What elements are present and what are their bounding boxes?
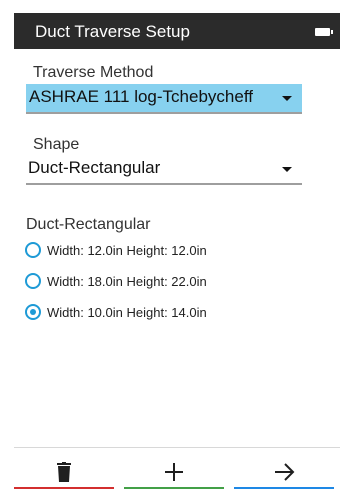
page-title: Duct Traverse Setup [35,22,190,41]
plus-icon [165,463,183,481]
add-button[interactable] [124,455,224,489]
traverse-method-label: Traverse Method [33,64,154,81]
duct-option-1[interactable]: Width: 12.0in Height: 12.0in [25,240,275,262]
duct-option-label: Width: 10.0in Height: 14.0in [47,305,207,320]
traverse-method-dropdown[interactable]: ASHRAE 111 log-Tchebycheff [26,84,302,114]
duct-list-heading: Duct-Rectangular [26,216,151,233]
next-underline [234,487,334,489]
radio-button[interactable] [25,242,41,258]
screen: Duct Traverse Setup Traverse Method ASHR… [0,0,340,497]
duct-option-3[interactable]: Width: 10.0in Height: 14.0in [25,302,275,324]
delete-underline [14,487,114,489]
title-bar: Duct Traverse Setup [14,13,340,49]
traverse-method-value: ASHRAE 111 log-Tchebycheff [29,87,253,106]
chevron-down-icon [282,96,292,101]
chevron-down-icon [282,167,292,172]
battery-icon [315,28,333,36]
add-underline [124,487,224,489]
shape-label: Shape [33,136,80,153]
duct-option-2[interactable]: Width: 18.0in Height: 22.0in [25,271,275,293]
duct-option-label: Width: 12.0in Height: 12.0in [47,243,207,258]
trash-icon [57,462,71,482]
radio-button-selected[interactable] [25,304,41,320]
duct-option-label: Width: 18.0in Height: 22.0in [47,274,207,289]
radio-button[interactable] [25,273,41,289]
next-button[interactable] [234,455,334,489]
toolbar-divider [14,447,340,448]
arrow-right-icon [275,463,295,481]
shape-dropdown[interactable]: Duct-Rectangular [26,155,302,185]
shape-value: Duct-Rectangular [28,158,161,177]
delete-button[interactable] [14,455,114,489]
